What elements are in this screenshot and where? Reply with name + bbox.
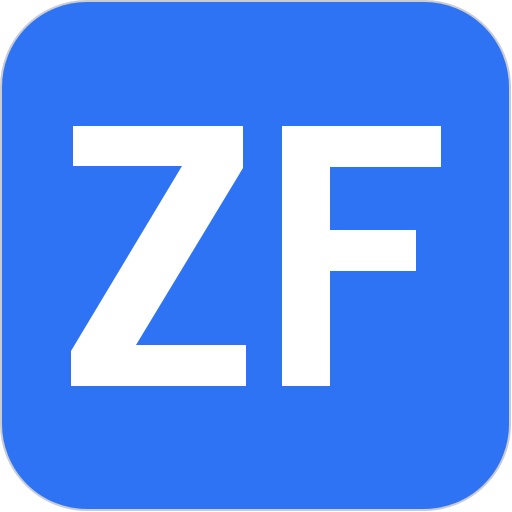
icon-background — [0, 0, 511, 511]
app-icon[interactable] — [0, 0, 512, 512]
app-icon-canvas: ZF — [0, 0, 512, 512]
